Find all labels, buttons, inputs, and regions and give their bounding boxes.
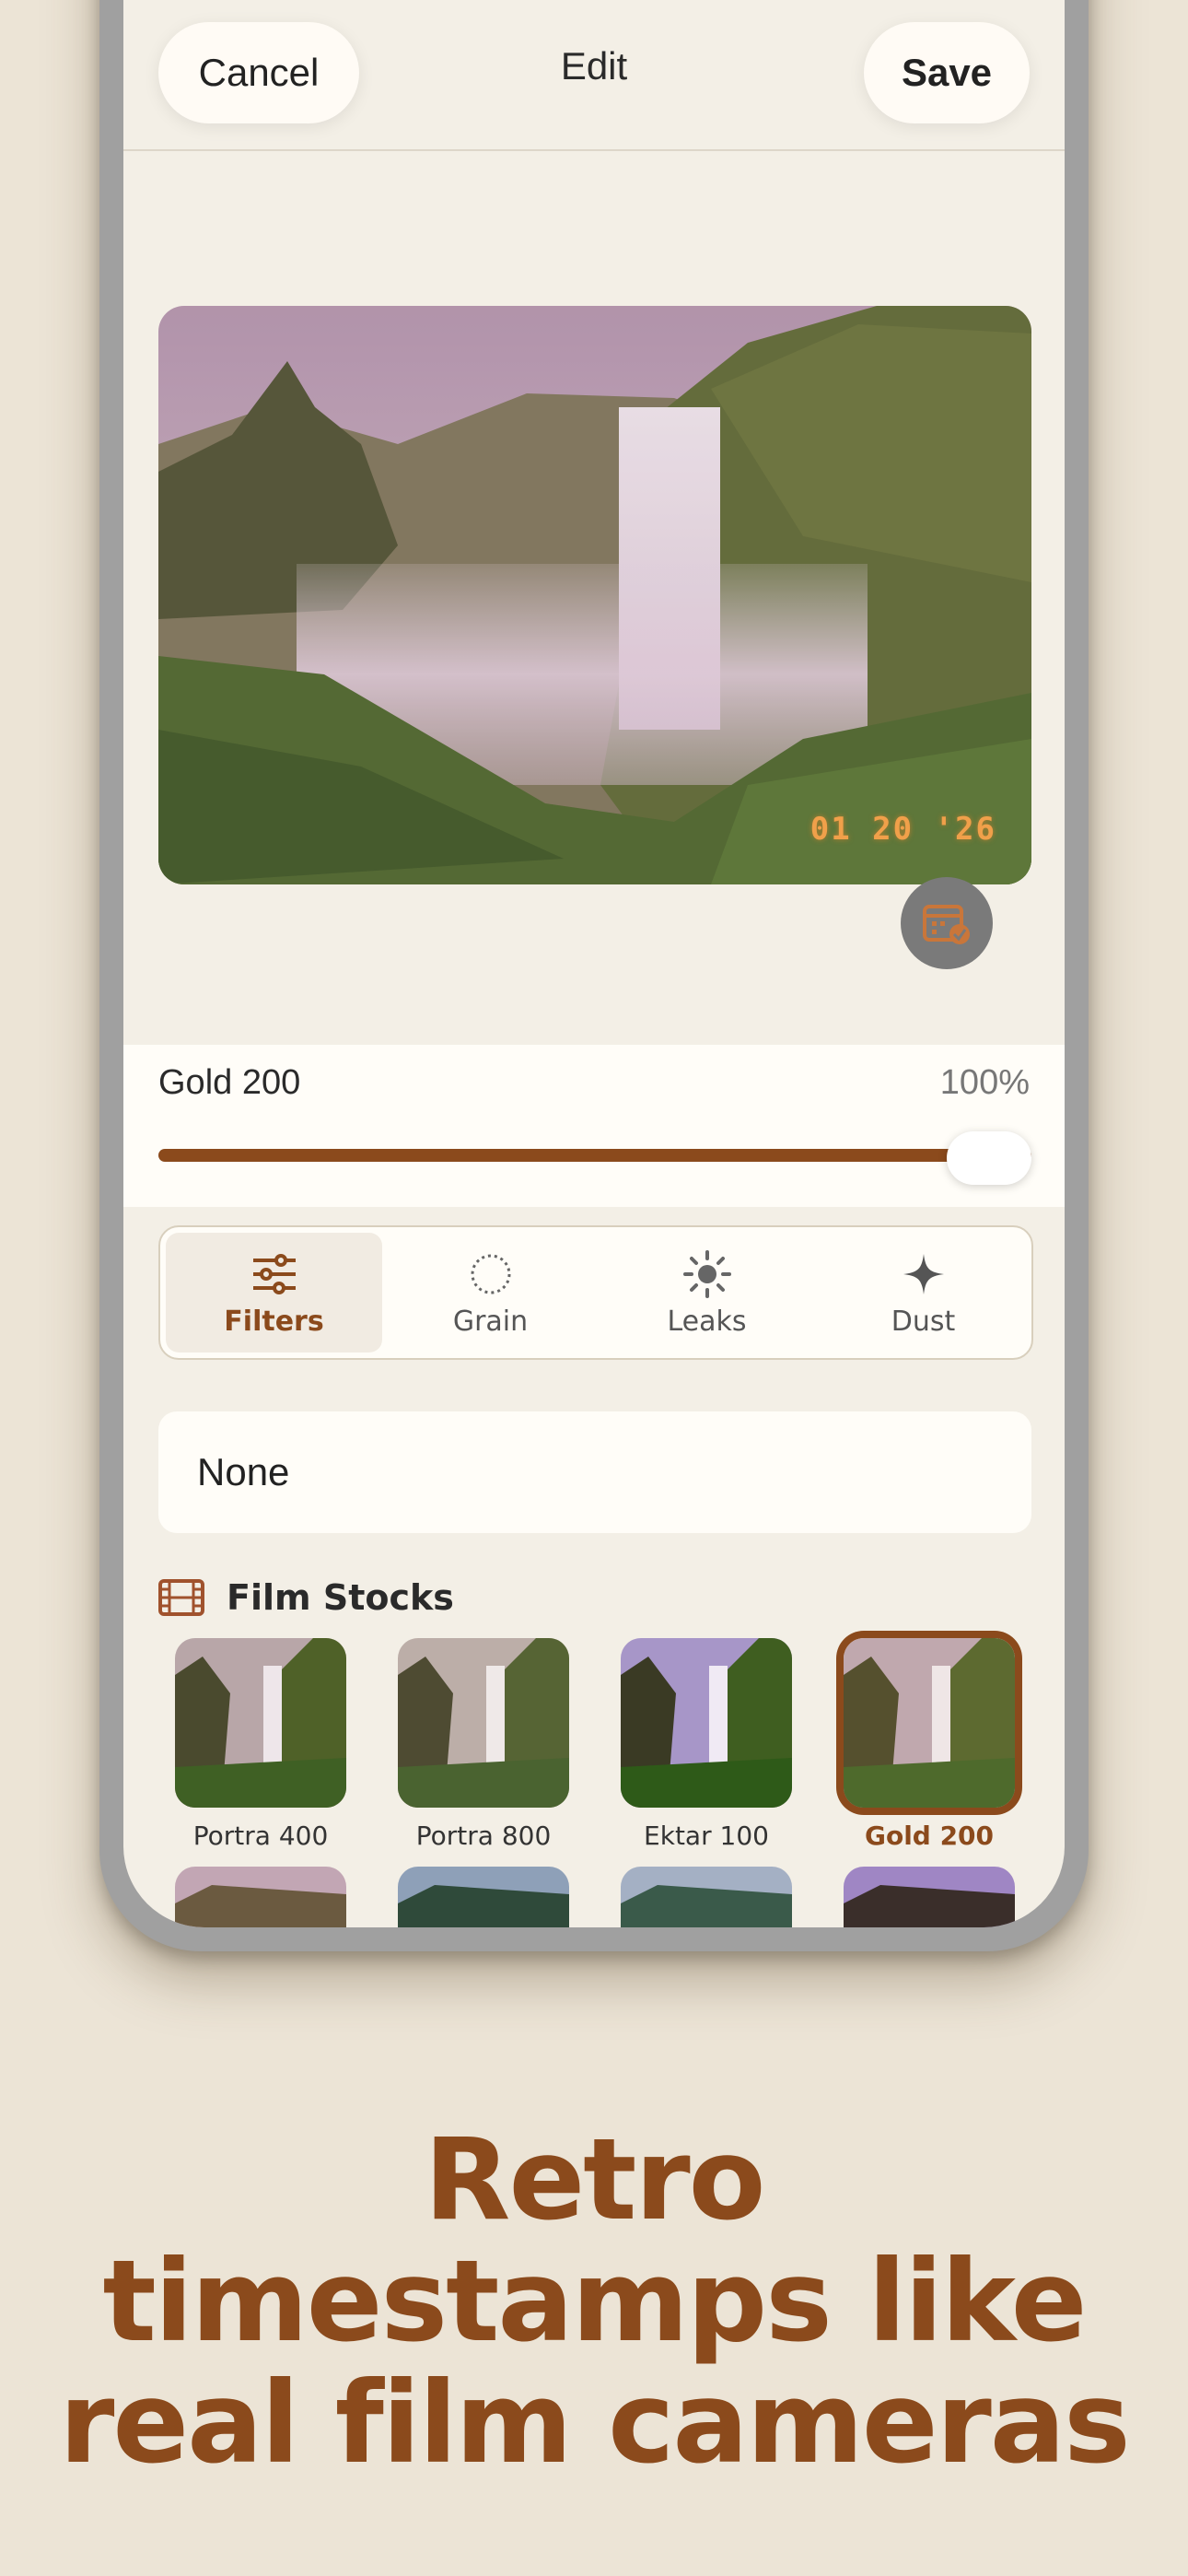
- date-stamp-toggle-button[interactable]: [901, 877, 993, 969]
- film-stock-item[interactable]: [844, 1867, 1015, 1927]
- none-filter-option[interactable]: None: [158, 1411, 1031, 1533]
- film-thumbnail: [844, 1867, 1015, 1927]
- save-button[interactable]: Save: [864, 22, 1030, 123]
- tab-dust-label: Dust: [891, 1305, 956, 1338]
- film-thumbnail: [621, 1867, 792, 1927]
- intensity-slider-thumb[interactable]: [947, 1131, 1031, 1185]
- film-thumbnail: [398, 1638, 569, 1808]
- film-stock-item[interactable]: [398, 1867, 569, 1927]
- film-stocks-header: Film Stocks: [158, 1572, 454, 1623]
- film-thumbnail: [844, 1638, 1015, 1808]
- sparkle-icon: [903, 1253, 944, 1294]
- film-stock-label: Ektar 100: [644, 1821, 769, 1851]
- film-thumbnail: [621, 1638, 792, 1808]
- film-stock-label: Gold 200: [864, 1821, 995, 1851]
- headline-line-3: real film cameras: [59, 2358, 1130, 2488]
- film-thumbnail: [175, 1638, 346, 1808]
- sun-icon: [682, 1249, 731, 1298]
- section-title: Film Stocks: [227, 1577, 454, 1618]
- film-icon: [158, 1579, 204, 1616]
- film-thumbnail: [175, 1867, 346, 1927]
- film-stock-ektar-100[interactable]: Ektar 100: [621, 1638, 792, 1851]
- tab-leaks-label: Leaks: [667, 1305, 747, 1338]
- phone-frame: Cancel Edit Save 01 20 '26 Gold 200 100%…: [99, 0, 1089, 1951]
- calendar-check-icon: [923, 905, 970, 944]
- tab-filters[interactable]: Filters: [166, 1233, 382, 1352]
- date-timestamp: 01 20 '26: [809, 811, 996, 848]
- film-stock-gold-200[interactable]: Gold 200: [844, 1638, 1015, 1851]
- app-screen: Cancel Edit Save 01 20 '26 Gold 200 100%…: [123, 0, 1065, 1927]
- film-thumbnail: [398, 1867, 569, 1927]
- tab-dust[interactable]: Dust: [815, 1227, 1031, 1358]
- intensity-slider-track[interactable]: [158, 1149, 1031, 1162]
- tab-leaks[interactable]: Leaks: [599, 1227, 815, 1358]
- tab-grain-label: Grain: [452, 1305, 529, 1338]
- photo-preview: 01 20 '26: [158, 306, 1031, 884]
- tab-grain[interactable]: Grain: [382, 1227, 599, 1358]
- headline-line-2: timestamps like: [102, 2236, 1087, 2367]
- waterfall-photo: [158, 306, 1031, 884]
- sliders-icon: [252, 1253, 296, 1294]
- film-stock-portra-400[interactable]: Portra 400: [175, 1638, 346, 1851]
- film-stock-item[interactable]: [175, 1867, 346, 1927]
- marketing-headline: Retro timestamps like real film cameras: [0, 2119, 1188, 2484]
- tab-filters-label: Filters: [224, 1305, 324, 1338]
- film-stock-label: Portra 800: [415, 1821, 552, 1851]
- intensity-value: 100%: [939, 1063, 1030, 1102]
- film-stock-label: Portra 400: [192, 1821, 329, 1851]
- film-stock-item[interactable]: [621, 1867, 792, 1927]
- filter-name-label: Gold 200: [158, 1063, 301, 1102]
- intensity-panel: Gold 200 100%: [123, 1045, 1065, 1207]
- nav-bar: Cancel Edit Save: [123, 0, 1065, 151]
- film-stock-portra-800[interactable]: Portra 800: [398, 1638, 569, 1851]
- dotted-circle-icon: [471, 1254, 510, 1294]
- effect-tabs: Filters Grain Leaks Dust: [158, 1225, 1033, 1360]
- headline-line-1: Retro: [424, 2114, 766, 2245]
